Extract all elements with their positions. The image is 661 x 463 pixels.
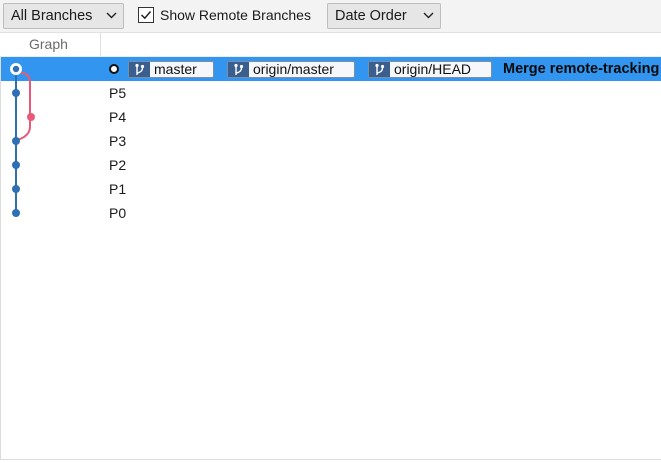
- graph-column-title: Graph: [29, 36, 68, 52]
- ref-label: origin/HEAD: [394, 61, 472, 77]
- ref-badge-origin-head[interactable]: origin/HEAD: [368, 61, 492, 78]
- chevron-down-icon: [106, 12, 117, 19]
- branch-lane-line: [15, 72, 31, 142]
- chevron-down-icon: [423, 12, 434, 19]
- commit-message: Merge remote-tracking: [503, 61, 660, 77]
- commit-node-p3: [12, 137, 20, 145]
- show-remote-branches-label: Show Remote Branches: [160, 7, 311, 23]
- order-dropdown-label: Date Order: [335, 8, 407, 24]
- commit-message: P2: [109, 157, 127, 173]
- commit-node-p0: [12, 209, 20, 217]
- ref-badge-master[interactable]: master: [128, 61, 214, 78]
- ref-label: origin/master: [253, 61, 334, 77]
- commit-node-p5: [12, 89, 20, 97]
- graph-column-header[interactable]: Graph: [0, 33, 101, 56]
- commit-node-merge-inner: [12, 65, 20, 73]
- commit-message: P1: [109, 181, 127, 197]
- order-dropdown[interactable]: Date Order: [327, 3, 441, 29]
- commit-node-p2: [12, 161, 20, 169]
- ref-label: master: [154, 61, 197, 77]
- head-marker-icon: [109, 64, 119, 74]
- git-branch-icon: [369, 62, 390, 77]
- commit-graph: [10, 63, 35, 217]
- checkbox-box[interactable]: [138, 7, 154, 23]
- column-header: Graph: [0, 33, 661, 57]
- toolbar: All Branches Show Remote Branches Date O…: [0, 0, 661, 33]
- commit-message: P4: [109, 109, 127, 125]
- branches-dropdown-label: All Branches: [11, 8, 93, 24]
- panel-bottom-border: [0, 459, 661, 460]
- commit-message: P0: [109, 205, 127, 221]
- checkmark-icon: [140, 11, 152, 20]
- commit-node-p1: [12, 185, 20, 193]
- git-branch-icon: [129, 62, 150, 77]
- git-branch-icon: [228, 62, 249, 77]
- branches-dropdown[interactable]: All Branches: [3, 3, 124, 29]
- commit-message: P5: [109, 85, 127, 101]
- ref-badge-origin-master[interactable]: origin/master: [227, 61, 355, 78]
- commit-node-p4: [27, 113, 35, 121]
- panel-left-border: [0, 57, 1, 460]
- commit-message: P3: [109, 133, 127, 149]
